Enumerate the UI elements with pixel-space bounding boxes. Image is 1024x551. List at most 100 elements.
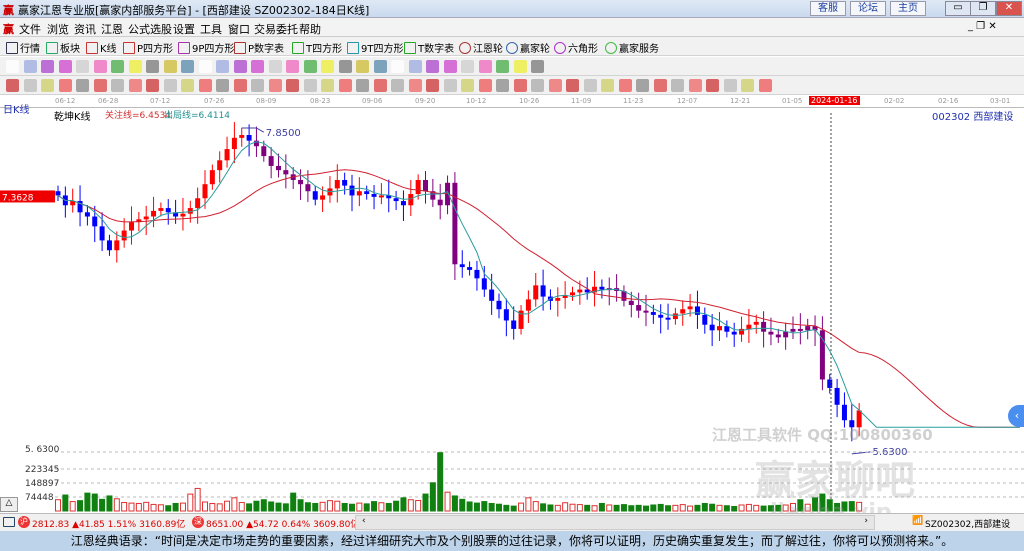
tool-icon[interactable] <box>443 60 457 73</box>
tool-icon[interactable] <box>566 79 579 92</box>
tool-icon[interactable] <box>758 79 772 92</box>
tool-icon[interactable] <box>93 79 107 92</box>
tool-icon[interactable] <box>653 79 667 92</box>
tool-icon[interactable] <box>163 79 177 92</box>
tool-icon[interactable] <box>216 79 229 92</box>
tool-icon[interactable] <box>548 79 562 92</box>
tool-icon[interactable] <box>478 79 492 92</box>
tool-icon[interactable] <box>391 79 404 92</box>
toolbar-9p-square-button[interactable]: 9P四方形 <box>178 40 234 55</box>
tool-icon[interactable] <box>286 60 299 73</box>
tool-icon[interactable] <box>76 60 89 73</box>
tool-icon[interactable] <box>216 60 229 73</box>
toolbar-gann-wheel-button[interactable]: 江恩轮 <box>459 40 503 55</box>
menu-browse[interactable]: 浏览 <box>47 21 69 37</box>
tool-icon[interactable] <box>671 79 684 92</box>
menu-news[interactable]: 资讯 <box>74 21 96 37</box>
tool-icon[interactable] <box>303 60 317 73</box>
tool-icon[interactable] <box>23 60 37 73</box>
homepage-link[interactable]: 主页 <box>890 1 926 16</box>
child-window-controls[interactable]: _ ❐ ✕ <box>968 21 997 32</box>
tool-icon[interactable] <box>373 60 387 73</box>
menu-tools[interactable]: 工具 <box>200 21 222 37</box>
tool-icon[interactable] <box>76 79 89 92</box>
shenzhen-index[interactable]: 8651.00 ▲54.72 0.64% 3609.80亿 <box>206 517 359 530</box>
tool-icon[interactable] <box>478 60 492 73</box>
tool-icon[interactable] <box>93 60 107 73</box>
tool-icon[interactable] <box>356 79 369 92</box>
tool-icon[interactable] <box>461 79 474 92</box>
toolbar-p-number-table-button[interactable]: P数字表 <box>234 40 284 55</box>
toolbar-hexagon-button[interactable]: 六角形 <box>554 40 598 55</box>
tool-icon[interactable] <box>181 60 194 73</box>
tool-icon[interactable] <box>443 79 457 92</box>
tool-icon[interactable] <box>338 79 352 92</box>
tool-icon[interactable] <box>321 60 334 73</box>
shanghai-index[interactable]: 2812.83 ▲41.85 1.51% 3160.89亿 <box>32 517 185 530</box>
toolbar-9t-square-button[interactable]: 9T四方形 <box>347 40 403 55</box>
menu-settings[interactable]: 设置 <box>173 21 195 37</box>
toolbar-t-square-button[interactable]: T四方形 <box>292 40 342 55</box>
tool-icon[interactable] <box>461 60 474 73</box>
tool-icon[interactable] <box>391 60 404 73</box>
menu-file[interactable]: 文件 <box>19 21 41 37</box>
side-panel-toggle[interactable]: ‹ <box>1008 405 1024 427</box>
tool-icon[interactable] <box>6 60 19 73</box>
menu-gann[interactable]: 江恩 <box>101 21 123 37</box>
calculator-icon[interactable] <box>3 517 15 527</box>
tool-icon[interactable] <box>286 79 299 92</box>
customer-service-link[interactable]: 客服 <box>810 1 846 16</box>
tool-icon[interactable] <box>268 79 282 92</box>
minimize-button[interactable]: ▭ <box>945 1 971 16</box>
tool-icon[interactable] <box>251 60 264 73</box>
tool-icon[interactable] <box>408 60 422 73</box>
tool-icon[interactable] <box>408 79 422 92</box>
tool-icon[interactable] <box>233 79 247 92</box>
tool-icon[interactable] <box>23 79 37 92</box>
tool-icon[interactable] <box>706 79 719 92</box>
tool-icon[interactable] <box>601 79 614 92</box>
menu-trade[interactable]: 交易委托 <box>254 21 298 37</box>
tool-icon[interactable] <box>426 79 439 92</box>
tool-icon[interactable] <box>321 79 334 92</box>
tool-icon[interactable] <box>303 79 317 92</box>
tool-icon[interactable] <box>583 79 597 92</box>
tool-icon[interactable] <box>496 79 509 92</box>
tool-icon[interactable] <box>356 60 369 73</box>
ticker-scrollbar[interactable]: ‹ › <box>355 515 875 530</box>
tool-icon[interactable] <box>531 60 544 73</box>
toolbar-kline-button[interactable]: K线 <box>86 40 117 55</box>
toolbar-sector-button[interactable]: 板块 <box>46 40 80 55</box>
toolbar-winner-wheel-button[interactable]: 赢家轮 <box>506 40 550 55</box>
tool-icon[interactable] <box>338 60 352 73</box>
tool-icon[interactable] <box>513 79 527 92</box>
tool-icon[interactable] <box>163 60 177 73</box>
tool-icon[interactable] <box>128 79 142 92</box>
tool-icon[interactable] <box>531 79 544 92</box>
tool-icon[interactable] <box>251 79 264 92</box>
tool-icon[interactable] <box>198 60 212 73</box>
tool-icon[interactable] <box>198 79 212 92</box>
tool-icon[interactable] <box>723 79 737 92</box>
tool-icon[interactable] <box>6 79 19 92</box>
tool-icon[interactable] <box>111 60 124 73</box>
menu-help[interactable]: 帮助 <box>299 21 321 37</box>
tool-icon[interactable] <box>146 79 159 92</box>
menu-window[interactable]: 窗口 <box>228 21 250 37</box>
toolbar-p-square-button[interactable]: P四方形 <box>123 40 173 55</box>
tool-icon[interactable] <box>426 60 439 73</box>
tool-icon[interactable] <box>181 79 194 92</box>
tool-icon[interactable] <box>111 79 124 92</box>
period-label[interactable]: 日K线 <box>3 101 30 116</box>
tool-icon[interactable] <box>618 79 632 92</box>
tool-icon[interactable] <box>128 60 142 73</box>
tool-icon[interactable] <box>373 79 387 92</box>
tool-icon[interactable] <box>58 79 72 92</box>
close-button[interactable]: ✕ <box>996 1 1022 16</box>
toolbar-quotes-button[interactable]: 行情 <box>6 40 40 55</box>
tool-icon[interactable] <box>233 60 247 73</box>
tool-icon[interactable] <box>636 79 649 92</box>
menu-formula[interactable]: 公式选股 <box>128 21 172 37</box>
tool-icon[interactable] <box>496 60 509 73</box>
toolbar-dollar-button[interactable]: 赢家服务 <box>605 40 659 55</box>
